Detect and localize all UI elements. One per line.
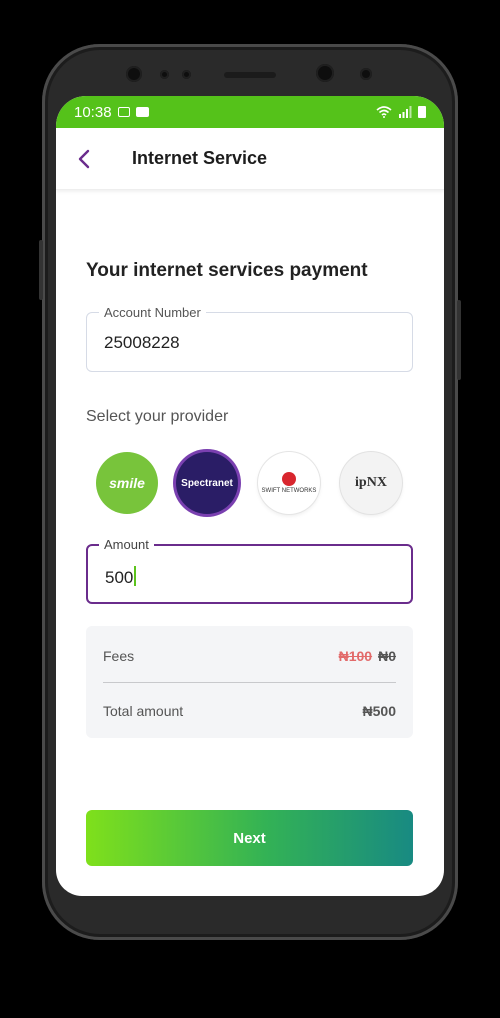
account-number-field[interactable]: Account Number 25008228 — [86, 305, 413, 372]
amount-field[interactable]: Amount 500 — [86, 537, 413, 604]
provider-list: smile Spectranet SWIFT NETWORKS ipNX — [96, 452, 406, 516]
provider-prompt: Select your provider — [86, 408, 229, 425]
message-notification-icon — [135, 107, 149, 117]
summary-divider — [103, 682, 396, 683]
provider-ipnx[interactable]: ipNX — [340, 452, 402, 514]
power-button — [457, 300, 461, 380]
battery-icon — [418, 106, 426, 118]
payment-summary: Fees ₦100 ₦0 Total amount ₦500 — [86, 626, 413, 738]
fees-label: Fees — [103, 648, 135, 664]
swift-networks-logo: SWIFT NETWORKS — [261, 472, 317, 494]
page-title: Internet Service — [132, 148, 268, 168]
total-label: Total amount — [103, 703, 184, 719]
amount-value[interactable]: 500 — [105, 566, 137, 588]
app-bar: Internet Service — [56, 128, 444, 190]
account-number-label: Account Number — [99, 305, 206, 320]
fees-row: Fees ₦100 ₦0 — [103, 648, 396, 664]
ipnx-logo: ipNX — [355, 475, 387, 490]
volume-button — [39, 240, 43, 300]
amount-text: 500 — [105, 568, 134, 587]
sensor-icon — [126, 66, 142, 82]
fees-values: ₦100 ₦0 — [339, 648, 396, 664]
app-screen: 10:38 Internet Service Your internet ser… — [56, 96, 444, 896]
smile-logo: smile — [109, 475, 145, 491]
total-value: ₦500 — [362, 703, 396, 719]
gallery-notification-icon — [117, 107, 130, 117]
swift-logo-mark — [281, 472, 296, 486]
account-number-value[interactable]: 25008228 — [104, 333, 180, 353]
status-time: 10:38 — [74, 103, 112, 121]
text-cursor — [134, 566, 137, 586]
swift-logo-text: SWIFT NETWORKS — [261, 488, 317, 494]
next-button[interactable]: Next — [86, 810, 413, 866]
spectranet-logo: Spectranet — [181, 477, 233, 489]
fees-new-value: ₦0 — [378, 648, 396, 664]
sensor-icon — [182, 70, 191, 79]
front-camera-icon — [316, 64, 334, 82]
wifi-icon — [376, 106, 392, 118]
sensor-icon — [160, 70, 169, 79]
provider-swift-networks[interactable]: SWIFT NETWORKS — [258, 452, 320, 514]
form-heading: Your internet services payment — [86, 260, 368, 281]
status-bar: 10:38 — [56, 96, 444, 128]
signal-icon — [399, 106, 412, 118]
fees-old-value: ₦100 — [338, 648, 373, 664]
amount-label: Amount — [99, 537, 154, 552]
earpiece — [224, 72, 276, 78]
sensor-icon — [360, 68, 372, 80]
total-row: Total amount ₦500 — [103, 703, 396, 719]
back-arrow-icon[interactable] — [76, 148, 92, 170]
provider-spectranet[interactable]: Spectranet — [176, 452, 238, 514]
provider-smile[interactable]: smile — [96, 452, 158, 514]
